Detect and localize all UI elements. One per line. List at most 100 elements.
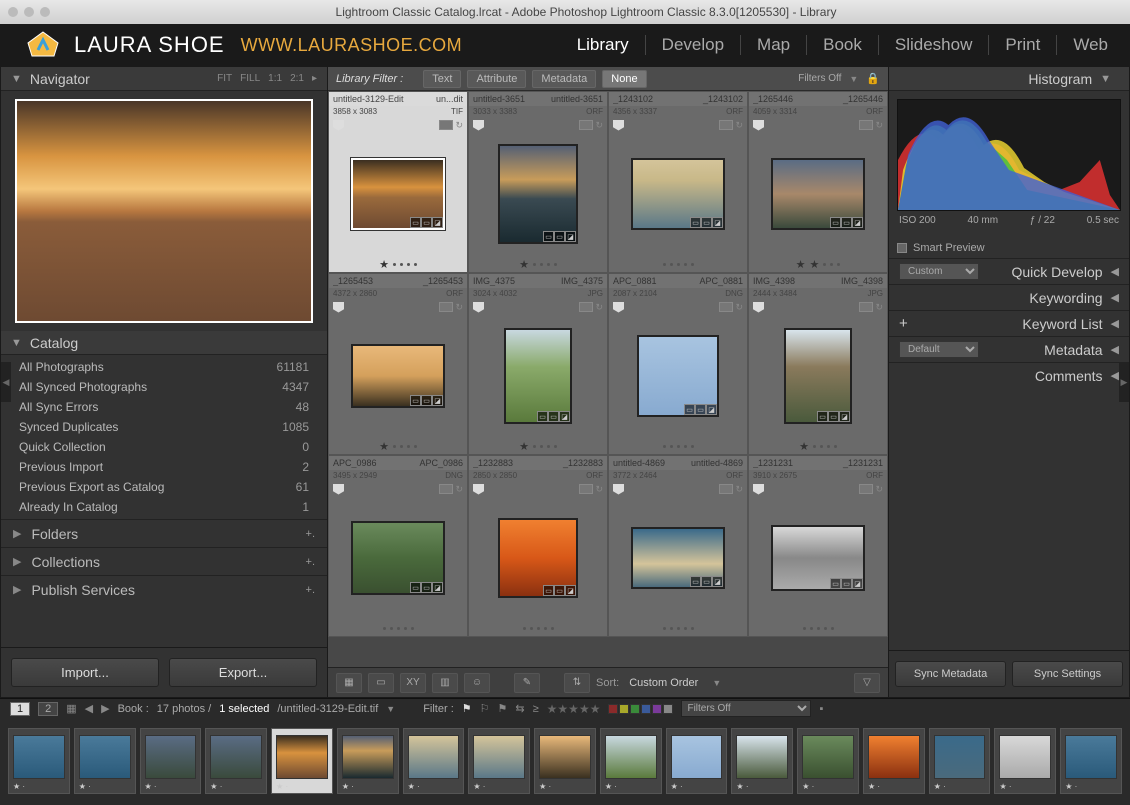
filmstrip-thumb[interactable]: ★ · — [1060, 728, 1122, 794]
filter-text[interactable]: Text — [423, 70, 461, 88]
flag-icon[interactable] — [333, 120, 344, 131]
catalog-row[interactable]: All Synced Photographs4347 — [1, 377, 327, 397]
second-window-button[interactable]: 2 — [38, 702, 58, 716]
rating-equal-icon[interactable]: ⇆ — [515, 702, 524, 715]
grid-cell[interactable]: _1232883_12328832850 x 2850ORF↻▭▭◪ — [468, 455, 608, 637]
filter-preset-select[interactable]: Filters Off — [681, 700, 811, 717]
filter-none[interactable]: None — [602, 70, 646, 88]
catalog-row[interactable]: Already In Catalog1 — [1, 497, 327, 517]
people-view-button[interactable]: ☺ — [464, 673, 490, 693]
filmstrip-thumb[interactable]: ★ · — [74, 728, 136, 794]
color-label[interactable] — [663, 704, 673, 714]
export-button[interactable]: Export... — [169, 658, 317, 687]
flag-icon[interactable] — [753, 484, 764, 495]
flag-icon[interactable] — [753, 302, 764, 313]
zoom-2:1[interactable]: 2:1 — [290, 73, 304, 84]
grid-cell[interactable]: _1243102_12431024356 x 3337ORF↻▭▭◪ — [608, 91, 748, 273]
grid-cell[interactable]: APC_0881APC_08812087 x 2104DNG↻▭▭◪ — [608, 273, 748, 455]
window-controls[interactable] — [8, 7, 50, 17]
flag-icon[interactable] — [333, 484, 344, 495]
module-library[interactable]: Library — [561, 35, 646, 55]
grid-cell[interactable]: _1265446_12654464059 x 3314ORF↻▭▭◪★★ — [748, 91, 888, 273]
sort-direction-button[interactable]: ⇅ — [564, 673, 590, 693]
grid-icon[interactable]: ▦ — [66, 702, 76, 715]
color-label[interactable] — [619, 704, 629, 714]
flag-icon[interactable] — [473, 120, 484, 131]
filmstrip-thumb[interactable]: ★ · — [929, 728, 991, 794]
module-web[interactable]: Web — [1057, 35, 1108, 55]
panel-comments[interactable]: Comments◀ — [889, 362, 1129, 388]
color-label[interactable] — [630, 704, 640, 714]
filmstrip-thumb[interactable]: ★ · — [337, 728, 399, 794]
flag-unflagged-icon[interactable]: ⚐ — [480, 702, 490, 715]
navigator-preview[interactable] — [1, 91, 327, 331]
main-window-button[interactable]: 1 — [10, 702, 30, 716]
panel-collections[interactable]: ▶Collections+. — [1, 547, 327, 575]
navigator-header[interactable]: ▼ Navigator FITFILL1:12:1▸ — [1, 67, 327, 91]
zoom-1:1[interactable]: 1:1 — [268, 73, 282, 84]
catalog-header[interactable]: ▼ Catalog — [1, 331, 327, 355]
toolbar-menu-button[interactable]: ▽ — [854, 673, 880, 693]
grid-cell[interactable]: APC_0986APC_09863495 x 2949DNG↻▭▭◪ — [328, 455, 468, 637]
filter-lock-icon[interactable]: ▪ — [819, 703, 823, 715]
panel-publish-services[interactable]: ▶Publish Services+. — [1, 575, 327, 603]
survey-view-button[interactable]: ▥ — [432, 673, 458, 693]
rating-gte-icon[interactable]: ≥ — [533, 703, 539, 715]
filmstrip-thumb[interactable]: ★ · — [468, 728, 530, 794]
flag-icon[interactable] — [473, 302, 484, 313]
flag-flagged-icon[interactable]: ⚑ — [462, 702, 472, 715]
flag-icon[interactable] — [753, 120, 764, 131]
catalog-row[interactable]: All Sync Errors48 — [1, 397, 327, 417]
color-label[interactable] — [608, 704, 618, 714]
filmstrip-thumb[interactable]: ★ · — [666, 728, 728, 794]
catalog-row[interactable]: Previous Export as Catalog61 — [1, 477, 327, 497]
right-panel-toggle[interactable]: ▶ — [1119, 362, 1129, 402]
histogram-header[interactable]: Histogram ▼ — [889, 67, 1129, 91]
panel-quick-develop[interactable]: CustomQuick Develop◀ — [889, 258, 1129, 284]
lock-icon[interactable]: 🔒 — [866, 72, 880, 85]
flag-icon[interactable] — [473, 484, 484, 495]
color-label[interactable] — [652, 704, 662, 714]
catalog-row[interactable]: All Photographs61181 — [1, 357, 327, 377]
filter-metadata[interactable]: Metadata — [532, 70, 596, 88]
zoom-fill[interactable]: FILL — [240, 73, 260, 84]
filmstrip-thumb[interactable]: ★ · — [8, 728, 70, 794]
grid-cell[interactable]: _1231231_12312313910 x 2675ORF↻▭▭◪ — [748, 455, 888, 637]
filmstrip-thumb[interactable]: ★ · — [271, 728, 333, 794]
filter-rating-stars[interactable]: ★★★★★ — [547, 702, 601, 716]
histogram-chart[interactable] — [897, 99, 1121, 211]
flag-icon[interactable] — [613, 302, 624, 313]
filmstrip-thumb[interactable]: ★ · — [863, 728, 925, 794]
sync-metadata-button[interactable]: Sync Metadata — [895, 661, 1006, 687]
grid-cell[interactable]: untitled-4869untitled-48693772 x 2464ORF… — [608, 455, 748, 637]
grid-cell[interactable]: untitled-3651untitled-36513033 x 3383ORF… — [468, 91, 608, 273]
catalog-row[interactable]: Previous Import2 — [1, 457, 327, 477]
filmstrip-thumb[interactable]: ★ · — [403, 728, 465, 794]
loupe-view-button[interactable]: ▭ — [368, 673, 394, 693]
flag-icon[interactable] — [613, 484, 624, 495]
filmstrip-thumb[interactable]: ★ · — [534, 728, 596, 794]
grid-cell[interactable]: _1265453_12654534372 x 2860ORF↻▭▭◪★ — [328, 273, 468, 455]
import-button[interactable]: Import... — [11, 658, 159, 687]
filmstrip-thumb[interactable]: ★ · — [205, 728, 267, 794]
grid-cell[interactable]: IMG_4398IMG_43982444 x 3484JPG↻▭▭◪★ — [748, 273, 888, 455]
grid-cell[interactable]: IMG_4375IMG_43753024 x 4032JPG↻▭▭◪★ — [468, 273, 608, 455]
filmstrip-thumb[interactable]: ★ · — [140, 728, 202, 794]
left-panel-toggle[interactable]: ◀ — [1, 362, 11, 402]
filters-off-dropdown[interactable]: Filters Off — [798, 73, 841, 84]
flag-icon[interactable] — [613, 120, 624, 131]
panel-metadata[interactable]: DefaultMetadata◀ — [889, 336, 1129, 362]
filmstrip-thumb[interactable]: ★ · — [994, 728, 1056, 794]
filmstrip[interactable]: ★ ·★ ·★ ·★ ·★ ·★ ·★ ·★ ·★ ·★ ·★ ·★ ·★ ·★… — [0, 718, 1130, 804]
filter-attribute[interactable]: Attribute — [467, 70, 526, 88]
compare-view-button[interactable]: XY — [400, 673, 426, 693]
module-book[interactable]: Book — [807, 35, 879, 55]
grid-cell[interactable]: untitled-3129-Editun...dit3858 x 3083TIF… — [328, 91, 468, 273]
sort-value[interactable]: Custom Order — [629, 677, 698, 689]
module-map[interactable]: Map — [741, 35, 807, 55]
module-develop[interactable]: Develop — [646, 35, 741, 55]
filmstrip-thumb[interactable]: ★ · — [600, 728, 662, 794]
flag-rejected-icon[interactable]: ⚑ — [498, 702, 508, 715]
sync-settings-button[interactable]: Sync Settings — [1012, 661, 1123, 687]
filter-color-labels[interactable] — [608, 704, 673, 714]
